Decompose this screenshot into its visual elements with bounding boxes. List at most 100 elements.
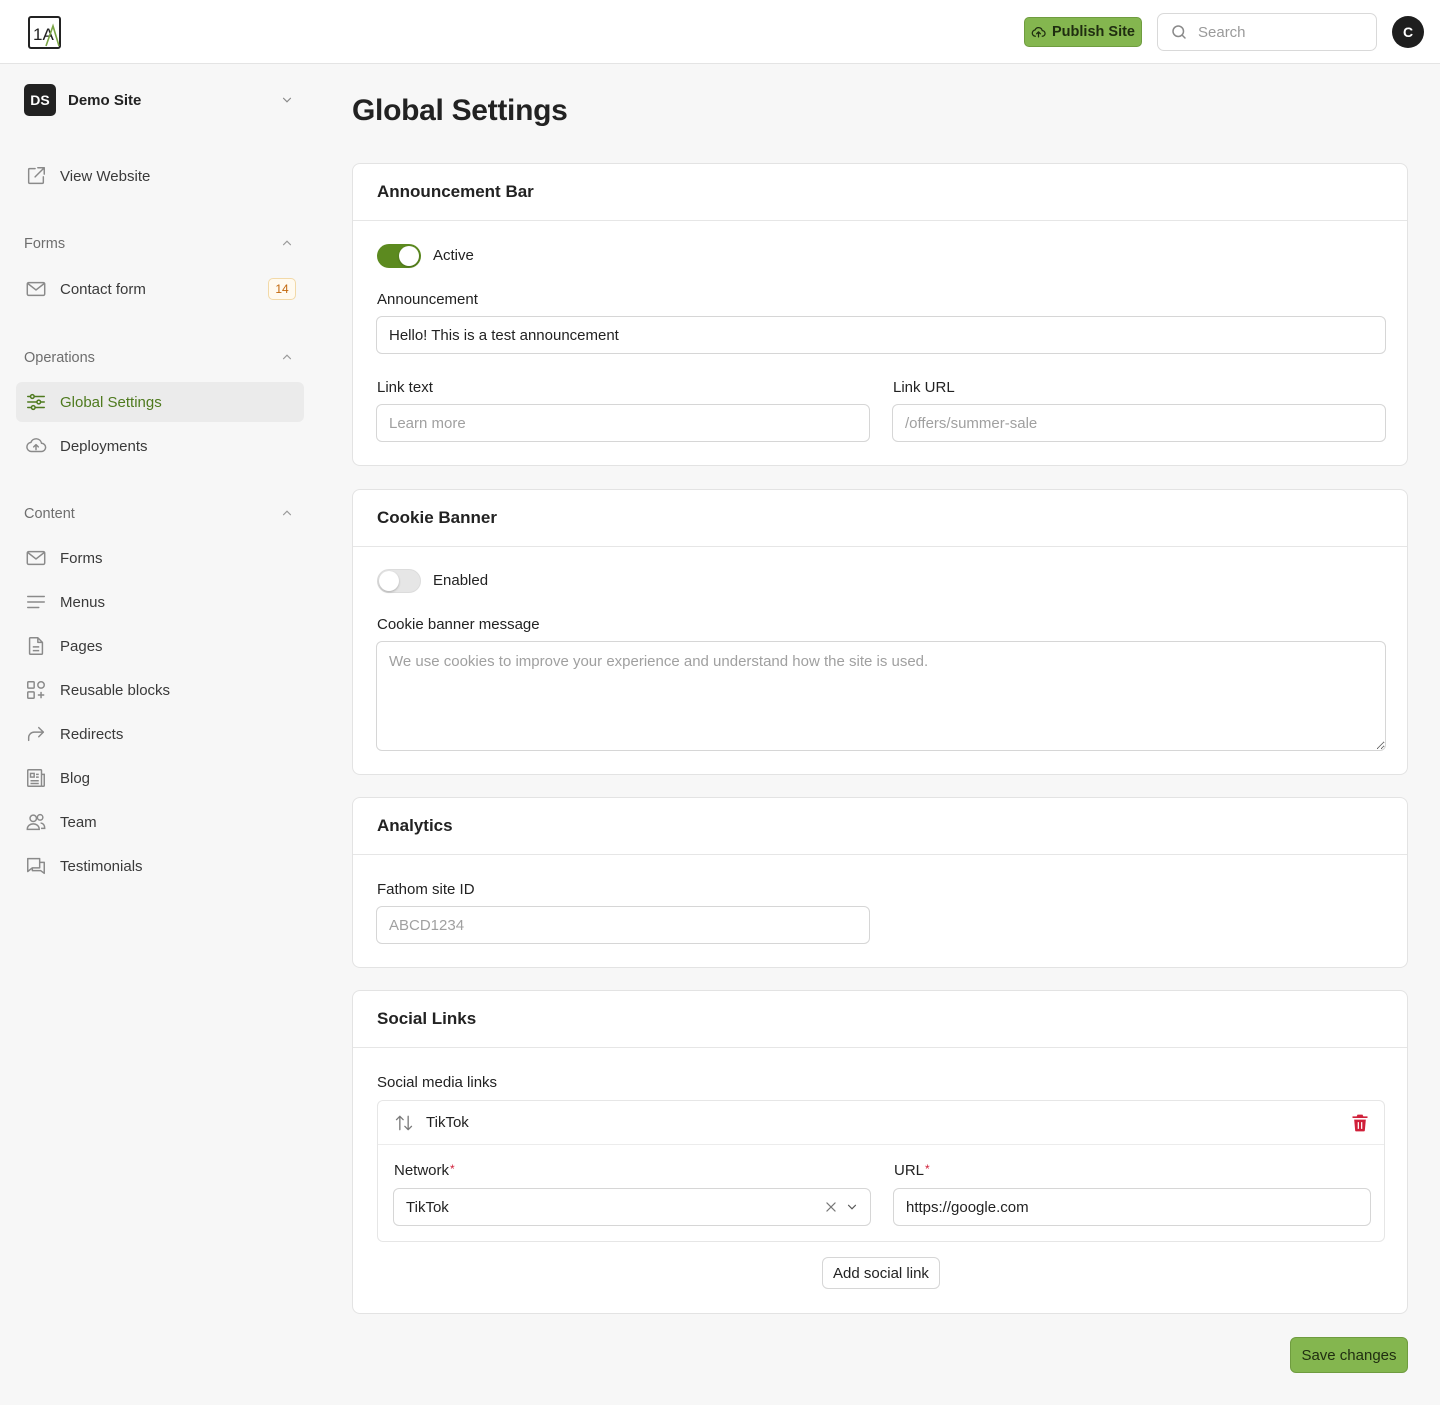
sidebar-item-deployments[interactable]: Deployments bbox=[16, 426, 304, 466]
view-website-link[interactable]: View Website bbox=[16, 156, 304, 196]
card-title: Cookie Banner bbox=[353, 490, 1407, 547]
trash-icon[interactable] bbox=[1350, 1113, 1370, 1133]
cloud-upload-icon bbox=[1031, 26, 1046, 37]
section-operations-label: Operations bbox=[24, 350, 95, 366]
social-link-item-title: TikTok bbox=[426, 1114, 469, 1131]
site-name: Demo Site bbox=[68, 91, 142, 109]
sidebar-item-contact-form[interactable]: Contact form 14 bbox=[16, 269, 304, 309]
url-label-text: URL bbox=[894, 1162, 925, 1179]
sidebar-item-pages[interactable]: Pages bbox=[16, 626, 304, 666]
cloud-upload-icon bbox=[24, 434, 48, 458]
newspaper-icon bbox=[24, 766, 48, 790]
social-link-item: TikTok Network* TikTok URL* bbox=[377, 1100, 1385, 1242]
announcement-active-toggle[interactable] bbox=[377, 244, 421, 268]
announcement-active-label: Active bbox=[433, 247, 474, 264]
user-avatar[interactable]: C bbox=[1392, 16, 1424, 48]
publish-site-label: Publish Site bbox=[1052, 24, 1135, 40]
users-icon bbox=[24, 810, 48, 834]
network-select[interactable]: TikTok bbox=[393, 1188, 871, 1226]
view-website-label: View Website bbox=[60, 167, 151, 185]
blocks-icon bbox=[24, 678, 48, 702]
chevron-up-icon bbox=[282, 510, 292, 516]
reorder-arrows-icon[interactable] bbox=[394, 1113, 414, 1133]
cookie-message-textarea[interactable] bbox=[376, 641, 1386, 751]
social-url-input[interactable] bbox=[893, 1188, 1371, 1226]
site-avatar: DS bbox=[24, 84, 56, 116]
search-input[interactable] bbox=[1198, 23, 1358, 41]
top-bar: 1A Publish Site C bbox=[0, 0, 1440, 64]
section-operations-header[interactable]: Operations bbox=[24, 347, 300, 369]
card-title: Announcement Bar bbox=[353, 164, 1407, 221]
network-select-value: TikTok bbox=[406, 1198, 449, 1216]
external-link-icon bbox=[24, 164, 48, 188]
cookie-enabled-toggle[interactable] bbox=[377, 569, 421, 593]
sidebar-item-label: Reusable blocks bbox=[60, 681, 171, 699]
required-marker: * bbox=[450, 1162, 455, 1176]
cookie-enabled-label: Enabled bbox=[433, 572, 489, 589]
link-url-input[interactable] bbox=[892, 404, 1386, 442]
announcement-input[interactable] bbox=[376, 316, 1386, 354]
fathom-site-id-label: Fathom site ID bbox=[377, 881, 475, 898]
chevron-up-icon bbox=[282, 240, 292, 246]
logo-text: 1A bbox=[33, 25, 54, 44]
add-social-link-button[interactable]: Add social link bbox=[822, 1257, 940, 1289]
sidebar-item-reusable-blocks[interactable]: Reusable blocks bbox=[16, 670, 304, 710]
sidebar-item-label: Pages bbox=[60, 637, 103, 655]
mail-icon bbox=[24, 277, 48, 301]
social-link-item-header: TikTok bbox=[378, 1101, 1384, 1145]
chevron-down-icon bbox=[282, 97, 292, 103]
url-label: URL* bbox=[894, 1162, 930, 1179]
logo-icon[interactable]: 1A bbox=[28, 16, 61, 49]
required-marker: * bbox=[925, 1162, 930, 1176]
sidebar-item-blog[interactable]: Blog bbox=[16, 758, 304, 798]
submission-count-badge: 14 bbox=[268, 278, 296, 300]
sidebar-item-testimonials[interactable]: Testimonials bbox=[16, 846, 304, 886]
sidebar-item-label: Deployments bbox=[60, 437, 148, 455]
sidebar-item-label: Blog bbox=[60, 769, 91, 787]
search-icon bbox=[1172, 25, 1186, 39]
publish-site-button[interactable]: Publish Site bbox=[1024, 17, 1142, 47]
cookie-banner-card: Cookie Banner Enabled Cookie banner mess… bbox=[352, 489, 1408, 775]
fathom-site-id-input[interactable] bbox=[376, 906, 870, 944]
sidebar-item-label: Menus bbox=[60, 593, 106, 611]
network-label: Network* bbox=[394, 1162, 455, 1179]
section-content-label: Content bbox=[24, 506, 75, 522]
announcement-label: Announcement bbox=[377, 291, 478, 308]
card-title: Social Links bbox=[353, 991, 1407, 1048]
file-icon bbox=[24, 634, 48, 658]
sidebar-item-label: Global Settings bbox=[60, 393, 162, 411]
link-text-label: Link text bbox=[377, 379, 433, 396]
sliders-icon bbox=[24, 390, 48, 414]
site-switcher[interactable]: DS Demo Site bbox=[24, 84, 300, 116]
section-forms-header[interactable]: Forms bbox=[24, 233, 300, 255]
link-text-input[interactable] bbox=[376, 404, 870, 442]
search-box[interactable] bbox=[1157, 13, 1377, 51]
link-url-label: Link URL bbox=[893, 379, 955, 396]
sidebar-item-global-settings[interactable]: Global Settings bbox=[16, 382, 304, 422]
sidebar-item-redirects[interactable]: Redirects bbox=[16, 714, 304, 754]
sidebar-item-team[interactable]: Team bbox=[16, 802, 304, 842]
announcement-bar-card: Announcement Bar Active Announcement Lin… bbox=[352, 163, 1408, 466]
menu-lines-icon bbox=[24, 590, 48, 614]
card-title: Analytics bbox=[353, 798, 1407, 855]
section-content-header[interactable]: Content bbox=[24, 503, 300, 525]
cookie-message-label: Cookie banner message bbox=[377, 616, 540, 633]
sidebar-item-menus[interactable]: Menus bbox=[16, 582, 304, 622]
clear-x-icon[interactable] bbox=[824, 1200, 838, 1214]
sidebar-item-label: Testimonials bbox=[60, 857, 143, 875]
chat-bubbles-icon bbox=[24, 854, 48, 878]
sidebar-item-forms[interactable]: Forms bbox=[16, 538, 304, 578]
social-media-links-label: Social media links bbox=[377, 1074, 498, 1091]
network-label-text: Network bbox=[394, 1162, 450, 1179]
redirect-arrow-icon bbox=[24, 722, 48, 746]
chevron-down-icon[interactable] bbox=[845, 1200, 859, 1214]
save-changes-button[interactable]: Save changes bbox=[1290, 1337, 1408, 1373]
mail-icon bbox=[24, 546, 48, 570]
sidebar-item-label: Redirects bbox=[60, 725, 124, 743]
sidebar-item-label: Forms bbox=[60, 549, 103, 567]
toggle-knob bbox=[379, 571, 399, 591]
page-title: Global Settings bbox=[352, 94, 568, 127]
sidebar: DS Demo Site View Website Forms Contact … bbox=[0, 65, 320, 1405]
analytics-card: Analytics Fathom site ID bbox=[352, 797, 1408, 968]
section-forms-label: Forms bbox=[24, 236, 66, 252]
